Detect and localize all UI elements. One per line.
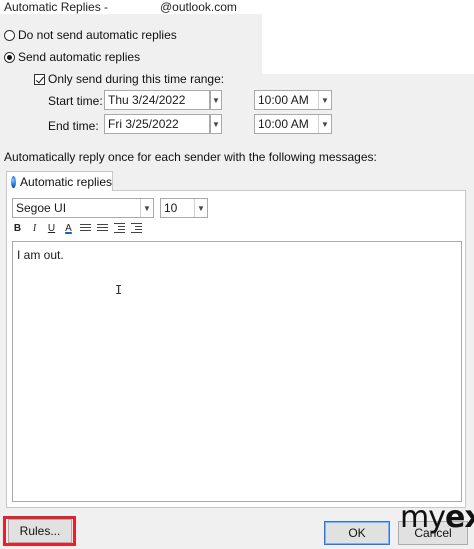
title-bar: Automatic Replies - @outlook.com (0, 0, 474, 14)
no-reply-label: Do not send automatic replies (18, 28, 177, 42)
tab-label: Automatic replies (19, 174, 112, 189)
no-reply-option[interactable]: Do not send automatic replies (4, 28, 177, 42)
send-reply-label: Send automatic replies (18, 50, 141, 64)
end-time-label: End time: (48, 119, 99, 133)
font-size-value: 10 (164, 201, 178, 215)
start-date-picker-button[interactable]: ▼ (210, 90, 222, 110)
brand-watermark: myex (400, 500, 474, 535)
chevron-down-icon[interactable]: ▼ (194, 199, 207, 217)
end-date-value: Fri 3/25/2022 (108, 117, 179, 131)
bold-button[interactable]: B (12, 221, 23, 235)
decrease-indent-icon[interactable] (114, 223, 125, 233)
chevron-down-icon: ▼ (212, 119, 220, 129)
window-title: Automatic Replies - (4, 0, 109, 14)
tab-automatic-replies[interactable]: Automatic replies (6, 171, 113, 191)
increase-indent-icon[interactable] (131, 223, 142, 233)
end-date-picker-button[interactable]: ▼ (210, 114, 222, 134)
start-time-label: Start time: (48, 94, 103, 108)
end-date-field[interactable]: Fri 3/25/2022 (104, 114, 210, 134)
reply-message-text: I am out. (17, 248, 64, 262)
chevron-down-icon[interactable]: ▼ (140, 199, 153, 217)
font-color-button[interactable]: A (63, 221, 74, 235)
ok-button[interactable]: OK (324, 521, 390, 545)
reply-message-textarea[interactable]: I am out. (12, 241, 462, 502)
brand-light-text: my (400, 500, 446, 535)
send-reply-option[interactable]: Send automatic replies (4, 50, 140, 64)
font-size-select[interactable]: 10 ▼ (160, 198, 208, 218)
time-range-label: Only send during this time range: (48, 72, 225, 86)
text-cursor-icon: I (115, 283, 123, 297)
end-time-value: 10:00 AM (258, 117, 309, 131)
account-email: @outlook.com (160, 0, 237, 14)
chevron-down-icon[interactable]: ▼ (318, 91, 331, 109)
brand-bold-text: ex (444, 500, 474, 535)
time-range-option[interactable]: Only send during this time range: (34, 72, 224, 86)
rules-highlight-box (3, 516, 76, 546)
underline-button[interactable]: U (46, 221, 57, 235)
end-time-combo[interactable]: 10:00 AM ▼ (254, 114, 332, 134)
font-name-select[interactable]: Segoe UI ▼ (12, 198, 154, 218)
bullet-list-icon[interactable] (80, 223, 91, 233)
start-time-value: 10:00 AM (258, 93, 309, 107)
start-time-combo[interactable]: 10:00 AM ▼ (254, 90, 332, 110)
time-range-checkbox[interactable] (34, 73, 45, 85)
send-reply-radio[interactable] (4, 51, 15, 63)
start-date-field[interactable]: Thu 3/24/2022 (104, 90, 210, 110)
chevron-down-icon: ▼ (212, 95, 220, 105)
no-reply-radio[interactable] (4, 29, 15, 41)
start-date-value: Thu 3/24/2022 (108, 93, 186, 107)
font-name-value: Segoe UI (16, 201, 67, 215)
reply-instructions: Automatically reply once for each sender… (4, 150, 377, 164)
top-right-area (262, 14, 474, 74)
numbered-list-icon[interactable] (97, 223, 108, 233)
globe-icon (11, 175, 16, 188)
chevron-down-icon[interactable]: ▼ (318, 115, 331, 133)
format-toolbar: B I U A (12, 221, 142, 235)
italic-button[interactable]: I (29, 221, 40, 235)
